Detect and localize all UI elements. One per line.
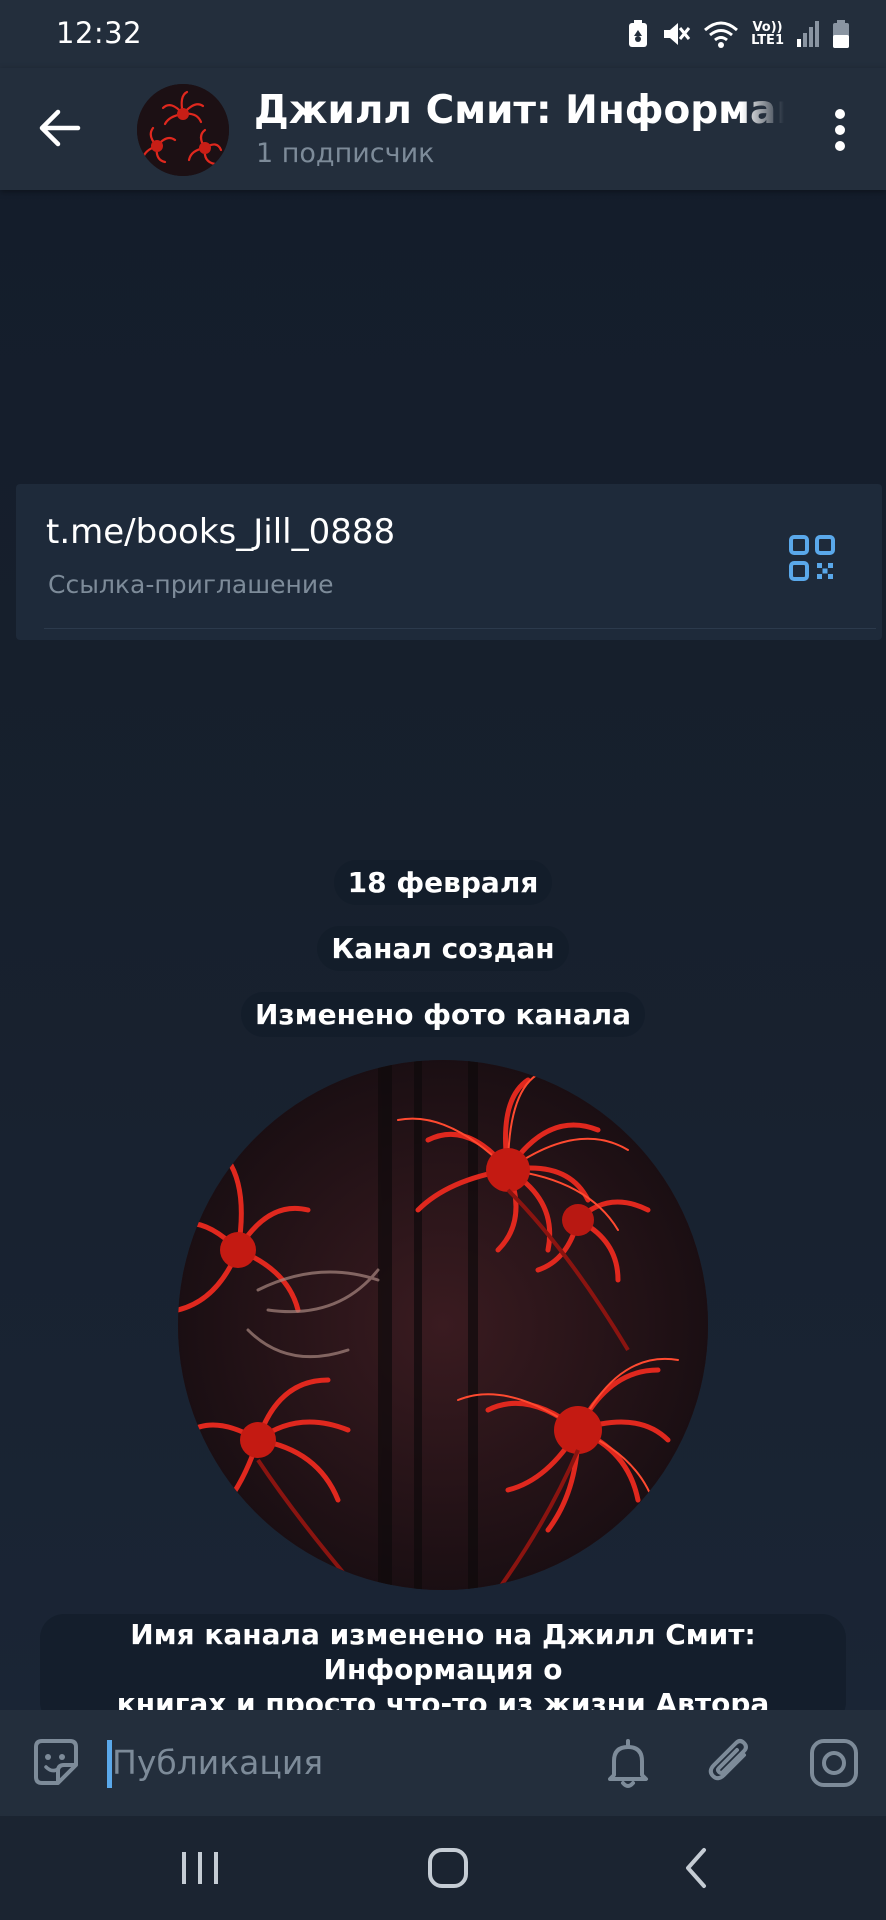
recents-button[interactable]	[170, 1840, 230, 1896]
renamed-line-1: Имя канала изменено на Джилл Смит: Инфор…	[130, 1618, 756, 1686]
status-time: 12:32	[56, 16, 143, 50]
invite-link-card[interactable]: t.me/books_Jill_0888 Ссылка-приглашение	[16, 484, 882, 640]
home-button[interactable]	[418, 1840, 478, 1896]
invite-link-label: Ссылка-приглашение	[48, 570, 334, 599]
battery-saver-icon	[629, 20, 648, 47]
mute-icon	[664, 23, 691, 45]
service-message-created: Канал создан	[0, 926, 886, 971]
camera-button[interactable]	[804, 1733, 864, 1793]
more-vertical-icon	[835, 109, 845, 151]
battery-icon	[833, 20, 849, 48]
chat-area[interactable]: t.me/books_Jill_0888 Ссылка-приглашение …	[0, 190, 886, 1727]
service-photo-text: Изменено фото канала	[240, 992, 646, 1037]
status-icons: Vo)) LTE1	[627, 14, 850, 54]
invite-divider	[44, 628, 876, 629]
network-label-bottom: LTE1	[751, 33, 784, 48]
home-icon	[428, 1848, 468, 1888]
paperclip-icon	[708, 1739, 748, 1781]
camera-icon	[810, 1739, 858, 1787]
silent-broadcast-button[interactable]	[598, 1733, 658, 1793]
back-icon	[686, 1848, 706, 1888]
wifi-icon	[704, 21, 739, 48]
channel-avatar[interactable]	[137, 84, 229, 176]
chat-header: Джилл Смит: Информация о книгах и просто…	[0, 68, 886, 190]
date-separator: 18 февраля	[0, 860, 886, 905]
qr-code-button[interactable]	[784, 530, 840, 586]
recents-icon	[182, 1852, 218, 1884]
message-input[interactable]: Публикация	[112, 1736, 552, 1790]
date-label: 18 февраля	[333, 860, 553, 905]
invite-link[interactable]: t.me/books_Jill_0888	[46, 512, 395, 552]
bell-icon	[608, 1739, 648, 1788]
channel-photo[interactable]	[178, 1060, 708, 1590]
service-created-text: Канал создан	[317, 926, 569, 971]
qr-code-icon	[789, 535, 835, 581]
back-button[interactable]	[30, 98, 90, 158]
service-message-photo-changed: Изменено фото канала	[0, 992, 886, 1037]
sticker-button[interactable]	[26, 1733, 86, 1793]
system-back-button[interactable]	[668, 1840, 728, 1896]
more-menu-button[interactable]	[812, 98, 868, 162]
signal-icon	[797, 21, 819, 47]
lte-icon: Vo)) LTE1	[751, 21, 784, 47]
back-arrow-icon	[39, 109, 81, 147]
composer-bar: Публикация	[0, 1710, 886, 1816]
sticker-icon	[34, 1739, 78, 1785]
channel-title[interactable]: Джилл Смит: Информация о книгах и просто…	[254, 88, 784, 133]
status-bar: 12:32 Vo)) LTE1	[0, 0, 886, 68]
attach-button[interactable]	[700, 1733, 760, 1793]
subscriber-count: 1 подписчик	[256, 138, 435, 169]
system-nav-bar	[0, 1816, 886, 1920]
